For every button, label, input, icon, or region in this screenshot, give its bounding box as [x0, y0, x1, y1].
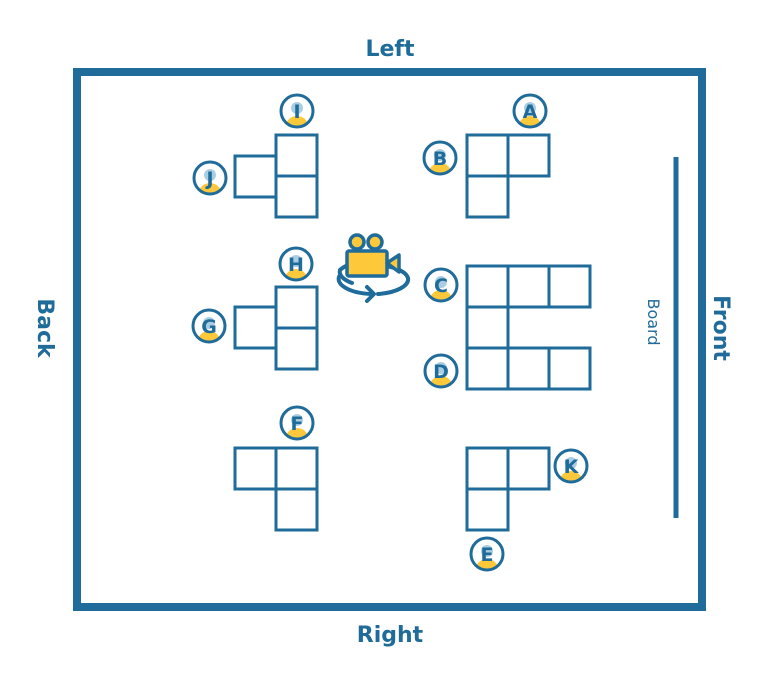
seat-label: B: [433, 148, 447, 170]
seat-g: G: [191, 308, 227, 344]
desk: [274, 133, 319, 178]
seat-i: I: [279, 93, 315, 129]
desk: [465, 264, 510, 309]
seat-label: F: [291, 413, 304, 435]
seat-label: H: [288, 254, 304, 276]
desk: [465, 487, 510, 532]
desk: [274, 174, 319, 219]
room-border: [73, 68, 706, 611]
seat-c: C: [423, 267, 459, 303]
seat-b: B: [422, 140, 458, 176]
desk: [274, 446, 319, 491]
seat-label: C: [434, 275, 448, 297]
label-left: Left: [365, 37, 415, 62]
label-right: Right: [357, 623, 424, 648]
label-back: Back: [32, 298, 57, 359]
desk: [274, 285, 319, 330]
seat-label: J: [204, 168, 213, 190]
desks: [233, 133, 592, 532]
desk: [506, 346, 551, 391]
desk: [465, 446, 510, 491]
seat-f: F: [279, 405, 315, 441]
seat-label: D: [433, 361, 449, 383]
seat-label: G: [201, 316, 217, 338]
desk: [506, 133, 551, 178]
seat-label: A: [523, 101, 538, 123]
seat-j: J: [192, 160, 228, 196]
seat-k: K: [553, 448, 589, 484]
seat-label: K: [564, 456, 580, 478]
desk: [506, 446, 551, 491]
label-front: Front: [708, 295, 733, 361]
desk: [233, 154, 278, 199]
seat-label: I: [293, 101, 300, 123]
desk: [274, 326, 319, 371]
desk: [233, 446, 278, 491]
desk: [465, 346, 510, 391]
desk: [465, 133, 510, 178]
label-board: Board: [644, 298, 663, 345]
desk: [465, 174, 510, 219]
seat-label: E: [481, 544, 494, 566]
desk: [547, 346, 592, 391]
classroom-diagram: Left Right Back Front Board A B C D E F …: [32, 37, 733, 648]
seat-a: A: [512, 93, 548, 129]
video-camera-rotate-icon: [336, 233, 411, 303]
desk: [233, 305, 278, 350]
desk: [465, 305, 510, 350]
desk: [506, 264, 551, 309]
seat-d: D: [423, 353, 459, 389]
seat-h: H: [278, 246, 314, 282]
seat-e: E: [469, 536, 505, 572]
desk: [547, 264, 592, 309]
desk: [274, 487, 319, 532]
